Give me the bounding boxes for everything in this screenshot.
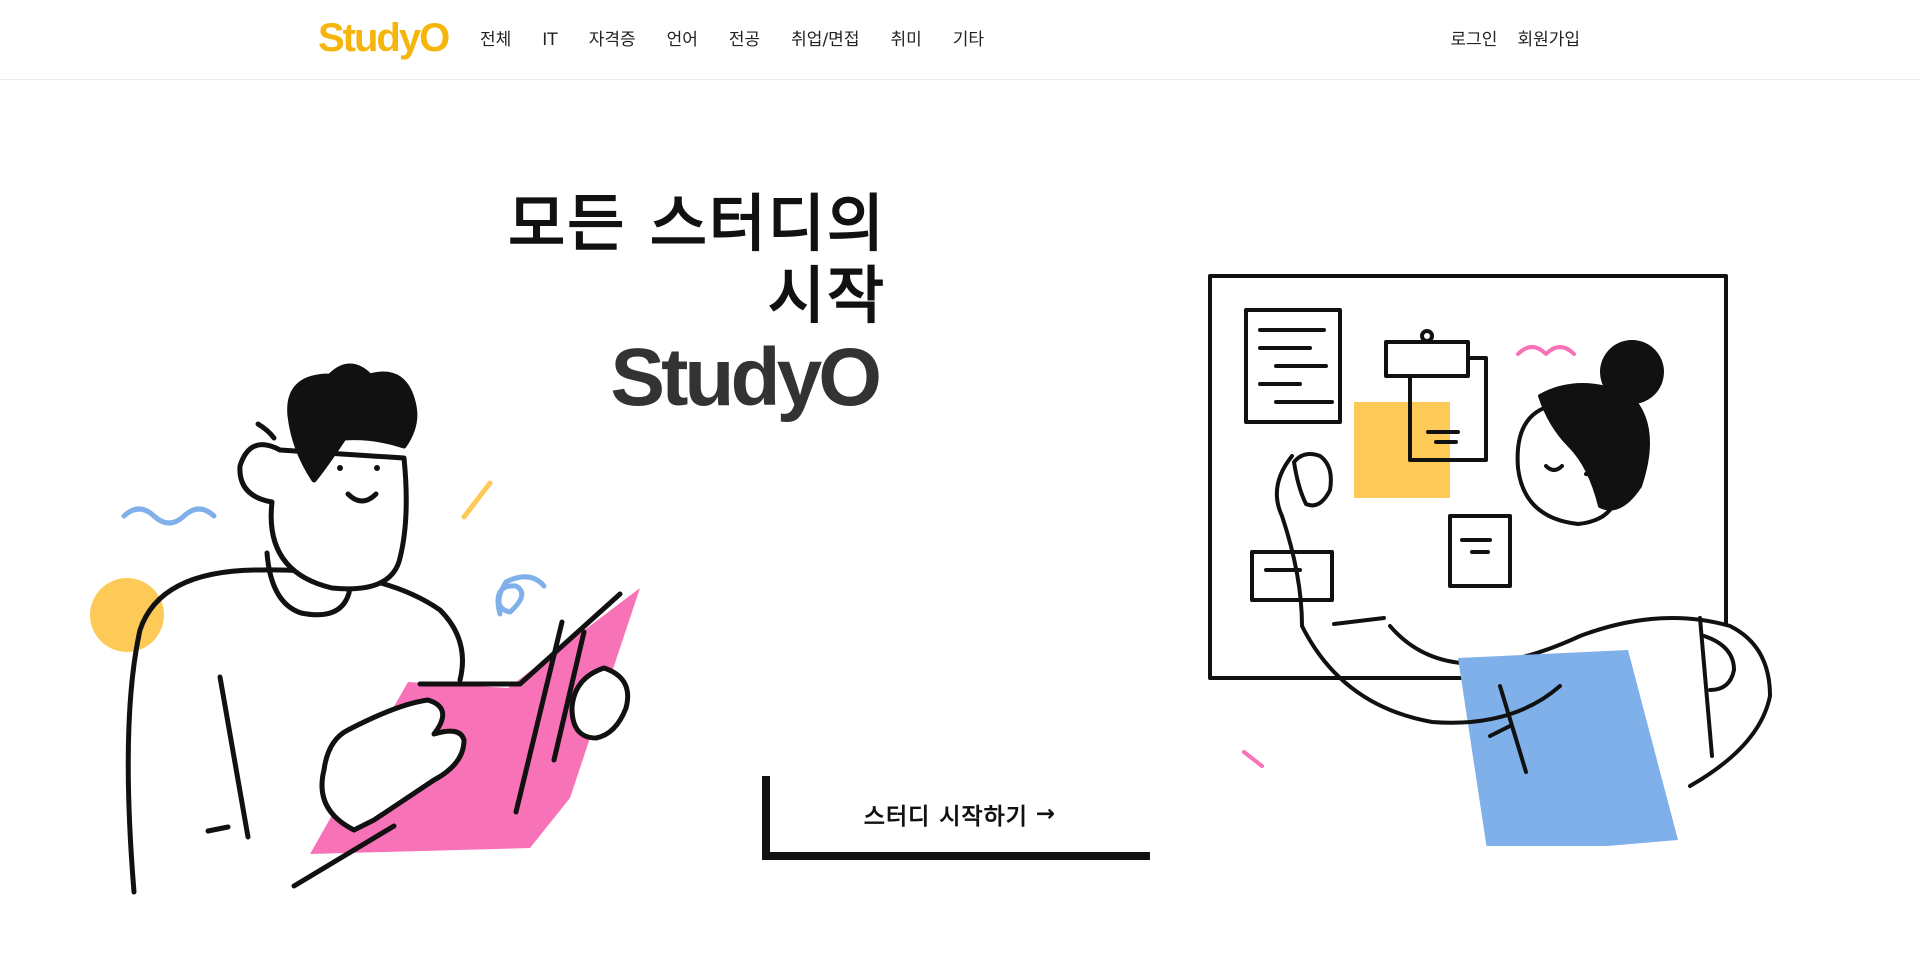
reading-person-illustration (90, 363, 640, 895)
nav-item-it[interactable]: IT (542, 26, 557, 54)
nav-item-career[interactable]: 취업/면접 (791, 26, 859, 54)
hero-title-line2: 시작 (767, 259, 886, 332)
nav-item-certificate[interactable]: 자격증 (589, 26, 636, 54)
nav-item-major[interactable]: 전공 (729, 26, 760, 54)
arrow-right-icon: → (1035, 801, 1057, 827)
start-study-label: 스터디 시작하기 (863, 804, 1028, 830)
logo[interactable]: StudyO (318, 14, 450, 62)
category-nav: 전체 IT 자격증 언어 전공 취업/면접 취미 기타 (480, 26, 1015, 54)
site-header: StudyO 전체 IT 자격증 언어 전공 취업/면접 취미 기타 로그인 회… (0, 0, 1920, 80)
hero-title-line1: 모든 스터디의 (508, 187, 886, 260)
login-link[interactable]: 로그인 (1451, 26, 1498, 54)
board-person-illustration (1208, 274, 1772, 846)
nav-item-hobby[interactable]: 취미 (890, 26, 921, 54)
auth-links: 로그인 회원가입 (1431, 26, 1580, 54)
nav-item-all[interactable]: 전체 (480, 26, 511, 54)
hero-title: 모든 스터디의 시작 (440, 188, 886, 332)
signup-link[interactable]: 회원가입 (1517, 26, 1580, 54)
start-study-button[interactable]: 스터디 시작하기 → (762, 776, 1150, 860)
nav-item-language[interactable]: 언어 (667, 26, 698, 54)
nav-item-etc[interactable]: 기타 (953, 26, 984, 54)
